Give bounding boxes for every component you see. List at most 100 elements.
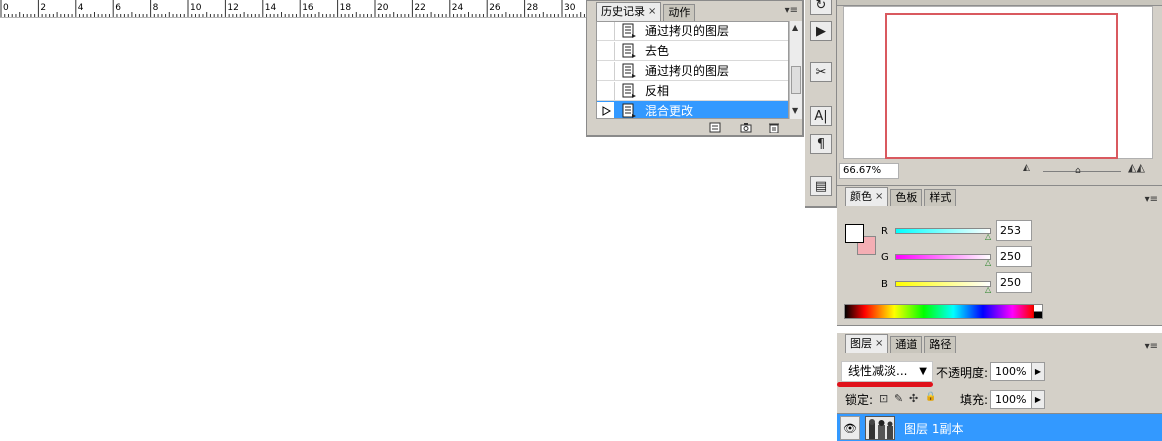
color-tabs: 颜色 × 色板 样式 [837, 186, 1162, 206]
channel-g-value[interactable]: 250 [996, 246, 1032, 267]
paragraph-icon[interactable]: ¶ [810, 134, 832, 154]
color-spectrum-bar[interactable] [844, 304, 1043, 319]
channel-r-value[interactable]: 253 [996, 220, 1032, 241]
zoom-slider[interactable] [1043, 171, 1121, 172]
tab-channels[interactable]: 通道 [890, 336, 923, 353]
ruler-label: 30 [564, 3, 576, 13]
history-step[interactable]: 通过拷贝的图层 [597, 61, 788, 81]
channel-r-thumb[interactable]: △ [985, 232, 991, 241]
ruler-label: 12 [227, 3, 238, 13]
horizontal-ruler[interactable]: 0 2 4 6 8 10 12 14 16 18 20 22 24 26 28 30 [0, 0, 592, 18]
zoom-out-icon[interactable]: ◭ [1023, 163, 1030, 173]
tab-layers[interactable]: 图层 × [845, 334, 889, 353]
foreground-color-swatch[interactable] [845, 224, 864, 243]
play-icon[interactable]: ▶ [810, 21, 832, 41]
snapshot-camera-icon[interactable] [740, 122, 752, 133]
panel-menu-icon[interactable]: ▾≡ [1145, 194, 1158, 205]
navigator-preview[interactable] [843, 6, 1153, 159]
document-icon[interactable]: ▤ [810, 176, 832, 196]
black-white-swatch[interactable] [1034, 305, 1042, 318]
tab-styles[interactable]: 样式 [924, 189, 957, 206]
channel-b-slider[interactable] [895, 281, 991, 287]
history-brush-icon[interactable]: ↻ [810, 0, 832, 15]
ruler-label: 20 [377, 3, 389, 13]
history-snapshot-checkbox[interactable] [597, 61, 615, 80]
fill-label: 填充: [960, 393, 989, 407]
history-step[interactable]: 反相 [597, 81, 788, 101]
tab-swatches[interactable]: 色板 [890, 189, 923, 206]
tab-history[interactable]: 历史记录 × [596, 2, 662, 21]
zoom-level-field[interactable]: 66.67% [839, 163, 899, 179]
fill-stepper-arrow[interactable]: ▶ [1031, 390, 1045, 409]
tab-swatches-label: 色板 [895, 191, 918, 204]
ruler-label: 14 [265, 3, 277, 13]
ruler-ticks: 0 2 4 6 8 10 12 14 16 18 20 22 24 26 28 30 [0, 0, 592, 17]
trash-icon[interactable] [768, 122, 780, 133]
history-scrollbar[interactable]: ▲ ▼ [789, 21, 802, 119]
tab-history-label: 历史记录 [601, 5, 645, 18]
lock-position-icon[interactable]: ✣ [909, 392, 918, 405]
history-step[interactable]: 通过拷贝的图层 [597, 22, 788, 41]
close-icon[interactable]: × [875, 189, 883, 205]
layers-panel: 图层 × 通道 路径 ▾≡ 线性减淡... ▼ 不透明度: 100% ▶ 锁定:… [837, 333, 1162, 441]
zoom-slider-thumb[interactable]: ⌂ [1075, 166, 1081, 176]
ruler-label: 24 [452, 3, 464, 13]
history-snapshot-checkbox[interactable] [597, 41, 615, 60]
history-footer [596, 120, 802, 136]
history-brush-source-icon [602, 105, 612, 116]
scroll-thumb[interactable] [791, 66, 801, 94]
ruler-label: 22 [414, 3, 425, 13]
channel-g-slider[interactable] [895, 254, 991, 260]
navigator-view-box[interactable] [885, 13, 1118, 159]
blend-mode-select[interactable]: 线性减淡... ▼ [841, 361, 933, 382]
history-step[interactable]: 去色 [597, 41, 788, 61]
fill-input[interactable]: 100% [990, 390, 1034, 409]
ruler-label: 0 [3, 3, 9, 13]
lock-image-icon[interactable]: ✎ [894, 392, 903, 405]
scroll-up-icon[interactable]: ▲ [792, 23, 798, 32]
history-step-label: 通过拷贝的图层 [645, 64, 730, 78]
layers-tabs: 图层 × 通道 路径 [837, 333, 1162, 353]
tab-paths[interactable]: 路径 [924, 336, 957, 353]
lock-transparent-icon[interactable]: ⊡ [879, 392, 888, 405]
eye-icon[interactable]: 👁 [840, 416, 860, 440]
tab-color-label: 颜色 [850, 190, 872, 203]
layer-name: 图层 1副本 [904, 422, 964, 436]
opacity-label: 不透明度: [936, 366, 989, 380]
scroll-down-icon[interactable]: ▼ [792, 106, 798, 115]
panel-menu-icon[interactable]: ▾≡ [1145, 341, 1158, 352]
new-document-from-state-icon[interactable] [709, 122, 721, 133]
channel-b-thumb[interactable]: △ [985, 285, 991, 294]
channel-r-slider[interactable] [895, 228, 991, 234]
document-canvas[interactable] [0, 18, 592, 441]
lock-label: 锁定: [845, 393, 874, 407]
history-step-label: 通过拷贝的图层 [645, 24, 730, 38]
tab-actions[interactable]: 动作 [663, 4, 696, 21]
history-snapshot-checkbox[interactable] [597, 22, 615, 40]
tab-actions-label: 动作 [668, 6, 691, 19]
opacity-stepper-arrow[interactable]: ▶ [1031, 362, 1045, 381]
channel-g-thumb[interactable]: △ [985, 258, 991, 267]
channel-b-value[interactable]: 250 [996, 272, 1032, 293]
channel-b-label: B [881, 279, 888, 290]
history-list: 通过拷贝的图层 去色 通过拷贝的图层 反相 混合更改 [596, 21, 789, 119]
zoom-in-icon[interactable]: ◭◭ [1128, 161, 1145, 174]
lock-all-icon[interactable]: 🔒 [925, 392, 936, 402]
history-state-icon [622, 103, 636, 118]
history-snapshot-checkbox[interactable] [597, 101, 615, 118]
ruler-label: 8 [153, 3, 159, 13]
history-snapshot-checkbox[interactable] [597, 81, 615, 100]
channel-g-label: G [881, 252, 889, 263]
tab-color[interactable]: 颜色 × [845, 187, 889, 206]
close-icon[interactable]: × [648, 4, 656, 20]
layer-row-selected[interactable]: 👁 图层 1副本 [837, 413, 1162, 441]
panel-menu-icon[interactable]: ▾≡ [785, 5, 798, 16]
history-step-current[interactable]: 混合更改 [597, 101, 788, 118]
text-icon[interactable]: A| [810, 106, 832, 126]
close-icon[interactable]: × [875, 336, 883, 352]
tools-icon[interactable]: ✂ [810, 62, 832, 82]
color-panel: 颜色 × 色板 样式 ▾≡ R △ 253 G △ 250 B △ 250 [837, 186, 1162, 326]
opacity-input[interactable]: 100% [990, 362, 1034, 381]
panel-dock-column: ↻ ▶ ✂ A| ¶ ▤ [805, 0, 837, 208]
ruler-label: 26 [489, 3, 501, 13]
